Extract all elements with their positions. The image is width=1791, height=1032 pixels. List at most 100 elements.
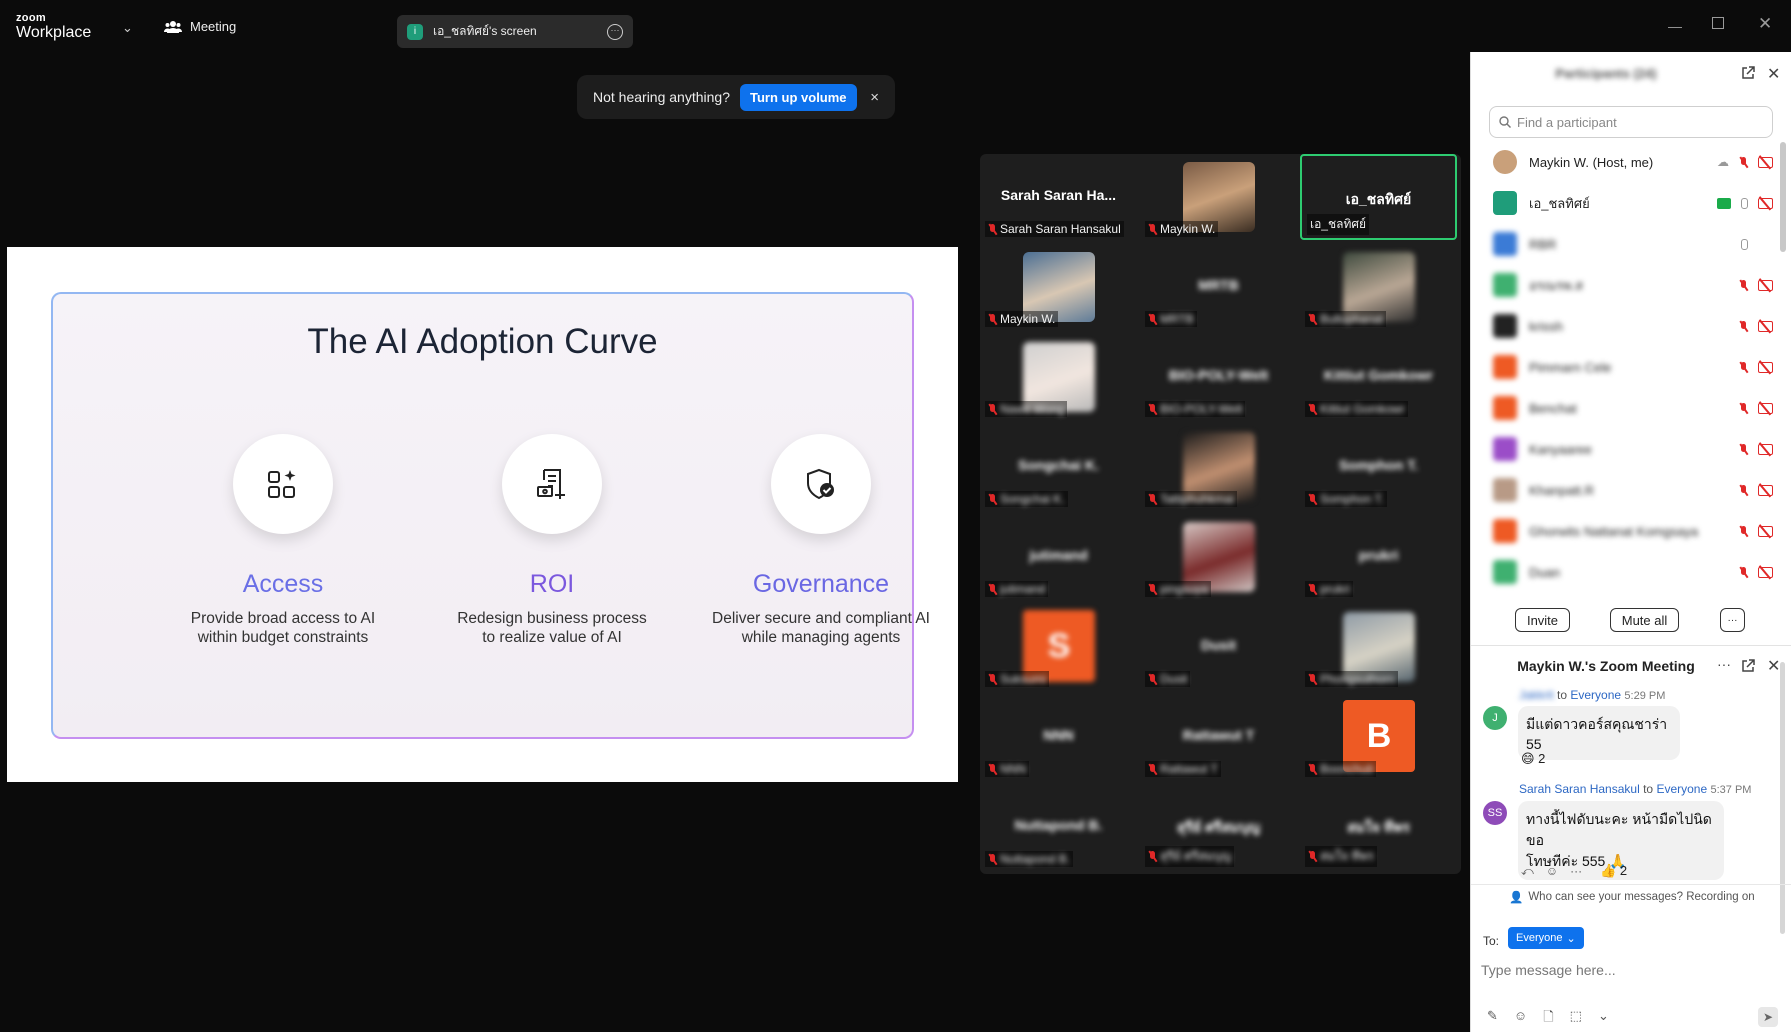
video-tile[interactable]: jutimand jutimand xyxy=(980,514,1137,600)
close-window-icon[interactable]: ✕ xyxy=(1758,14,1772,34)
video-tile[interactable]: Maykin W. xyxy=(1140,154,1297,240)
participant-row[interactable]: Kanyaaree xyxy=(1493,431,1773,467)
camera-off-icon[interactable] xyxy=(1758,443,1773,455)
video-tile[interactable]: Somphon T. Somphon T. xyxy=(1300,424,1457,510)
participant-row[interactable]: Benchat xyxy=(1493,390,1773,426)
maximize-icon[interactable] xyxy=(1712,17,1724,29)
screenshot-icon[interactable]: ⬚ xyxy=(1570,1008,1582,1030)
participant-row[interactable]: Maykin W. (Host, me) ☁ xyxy=(1493,144,1773,180)
video-tile[interactable]: Sarah Saran Ha... Sarah Saran Hansakul xyxy=(980,154,1137,240)
video-tile[interactable]: prukri prukri xyxy=(1300,514,1457,600)
participant-row[interactable]: krissh xyxy=(1493,308,1773,344)
mic-muted-icon[interactable] xyxy=(1739,279,1748,291)
video-tile[interactable]: B Boonchuti xyxy=(1300,694,1457,780)
add-reaction-icon[interactable]: ☺ xyxy=(1546,864,1558,878)
message-sender[interactable]: Sarah Saran Hansakul xyxy=(1519,782,1640,796)
video-tile[interactable]: Rattawut T Rattawut T xyxy=(1140,694,1297,780)
video-tile[interactable]: Bulluphanat xyxy=(1300,244,1457,330)
search-input[interactable]: Find a participant xyxy=(1489,106,1773,138)
video-tile[interactable]: Tattiphuhkmai xyxy=(1140,424,1297,510)
camera-off-icon[interactable] xyxy=(1758,197,1773,209)
chevron-down-icon[interactable]: ⌄ xyxy=(1598,1008,1609,1030)
more-options-button[interactable]: ··· xyxy=(1720,608,1745,632)
participant-row[interactable]: อรณรพ.ส xyxy=(1493,267,1773,303)
reaction-badge[interactable]: 👍 2 xyxy=(1600,863,1627,879)
video-tile[interactable]: Nuttapond B. Nuttapond B. xyxy=(980,784,1137,870)
reply-icon[interactable]: ⤺ xyxy=(1521,864,1534,879)
popout-icon[interactable] xyxy=(1741,66,1755,80)
video-tile[interactable]: Phongsuthorn xyxy=(1300,604,1457,690)
close-icon[interactable]: × xyxy=(870,89,879,106)
tile-label-text: Boonchuti xyxy=(1320,762,1374,776)
invite-button[interactable]: Invite xyxy=(1515,608,1570,632)
mic-muted-icon[interactable] xyxy=(1739,402,1748,414)
emoji-icon[interactable]: ☺ xyxy=(1514,1008,1527,1030)
participant-row[interactable]: เอ_ชลทิศย์ xyxy=(1493,185,1773,221)
mic-muted-icon[interactable] xyxy=(1739,320,1748,332)
message-sender[interactable]: Jakkrit xyxy=(1519,688,1554,702)
video-tile[interactable]: Kittiut Gomkowr Kittiut Gomkowr xyxy=(1300,334,1457,420)
message-input[interactable]: Type message here... xyxy=(1481,962,1781,978)
camera-off-icon[interactable] xyxy=(1758,484,1773,496)
participant-row[interactable]: RBR xyxy=(1493,226,1773,262)
video-tile[interactable]: MRTB MRTB xyxy=(1140,244,1297,330)
mic-muted-icon[interactable] xyxy=(1739,484,1748,496)
participant-row[interactable]: Duan xyxy=(1493,554,1773,590)
video-tile[interactable]: Songchai K. Songchai K. xyxy=(980,424,1137,510)
minimize-icon[interactable]: — xyxy=(1668,18,1682,34)
video-tile[interactable]: สมใจ ทีพร สมใจ ทีพร xyxy=(1300,784,1457,870)
chat-scrollbar[interactable] xyxy=(1780,662,1785,934)
participant-row[interactable]: Pimmarn Cele xyxy=(1493,349,1773,385)
video-tile[interactable]: NNN NNN xyxy=(980,694,1137,780)
video-tile[interactable]: Nawit Wong xyxy=(980,334,1137,420)
chat-avatar[interactable]: SS xyxy=(1483,801,1507,825)
tile-display-name: MRTB xyxy=(1198,277,1239,293)
video-tile[interactable]: สุรีย์ ศรีสมบุญ สุรีย์ ศรีสมบุญ xyxy=(1140,784,1297,870)
more-options-icon[interactable]: ··· xyxy=(607,23,623,40)
meeting-menu[interactable]: Meeting xyxy=(164,19,236,34)
tile-label-text: สมใจ ทีพร xyxy=(1320,849,1374,863)
camera-off-icon[interactable] xyxy=(1758,525,1773,537)
mic-muted-icon[interactable] xyxy=(1739,156,1748,168)
chat-popout-icon[interactable] xyxy=(1741,659,1755,673)
camera-off-icon[interactable] xyxy=(1758,156,1773,168)
chat-more-icon[interactable]: ··· xyxy=(1717,656,1731,672)
mic-muted-icon[interactable] xyxy=(1739,566,1748,578)
mic-on-icon[interactable] xyxy=(1741,197,1748,209)
camera-off-icon[interactable] xyxy=(1758,320,1773,332)
camera-off-icon[interactable] xyxy=(1758,279,1773,291)
video-tile[interactable]: Dusit Dusit xyxy=(1140,604,1297,690)
mic-muted-icon[interactable] xyxy=(1739,525,1748,537)
mic-on-icon[interactable] xyxy=(1741,238,1748,250)
reaction-badge[interactable]: 😄 2 xyxy=(1521,751,1545,767)
video-tile[interactable]: pingsuya xyxy=(1140,514,1297,600)
camera-off-icon[interactable] xyxy=(1758,402,1773,414)
camera-off-icon[interactable] xyxy=(1758,361,1773,373)
tile-name-label: Maykin W. xyxy=(985,311,1059,327)
privacy-notice[interactable]: 👤 Who can see your messages? Recording o… xyxy=(1509,890,1755,904)
tile-label-text: pingsuya xyxy=(1160,582,1209,596)
video-tile[interactable]: เอ_ชลทิศย์ เอ_ชลทิศย์ xyxy=(1300,154,1457,240)
mic-muted-icon[interactable] xyxy=(1739,361,1748,373)
mic-muted-icon[interactable] xyxy=(1739,443,1748,455)
video-tile[interactable]: Maykin W. xyxy=(980,244,1137,330)
more-icon[interactable]: ··· xyxy=(1570,864,1582,878)
screen-share-pill[interactable]: i เอ_ชลทิศย์'s screen ··· xyxy=(397,15,633,48)
video-tile[interactable]: S Suksumi xyxy=(980,604,1137,690)
participant-scrollbar[interactable] xyxy=(1780,142,1786,252)
video-tile[interactable]: BIO-POLY-Welt BIO-POLY-Welt xyxy=(1140,334,1297,420)
format-icon[interactable]: ✎ xyxy=(1487,1008,1498,1030)
participant-row[interactable]: Ghorwits Nattanat Komgsaya xyxy=(1493,513,1773,549)
file-icon[interactable]: 🗋 xyxy=(1543,1008,1553,1030)
chat-avatar[interactable]: J xyxy=(1483,706,1507,730)
send-icon[interactable]: ➤ xyxy=(1758,1007,1778,1027)
close-panel-icon[interactable]: ✕ xyxy=(1767,64,1780,84)
recipient-select[interactable]: Everyone ⌄ xyxy=(1508,927,1584,949)
turn-up-volume-button[interactable]: Turn up volume xyxy=(740,83,857,111)
participant-status-icons xyxy=(1739,361,1773,373)
mute-all-button[interactable]: Mute all xyxy=(1610,608,1679,632)
close-chat-icon[interactable]: ✕ xyxy=(1767,656,1780,676)
participant-row[interactable]: Khanpatt.R xyxy=(1493,472,1773,508)
chevron-down-icon[interactable]: ⌄ xyxy=(122,20,133,36)
camera-off-icon[interactable] xyxy=(1758,566,1773,578)
